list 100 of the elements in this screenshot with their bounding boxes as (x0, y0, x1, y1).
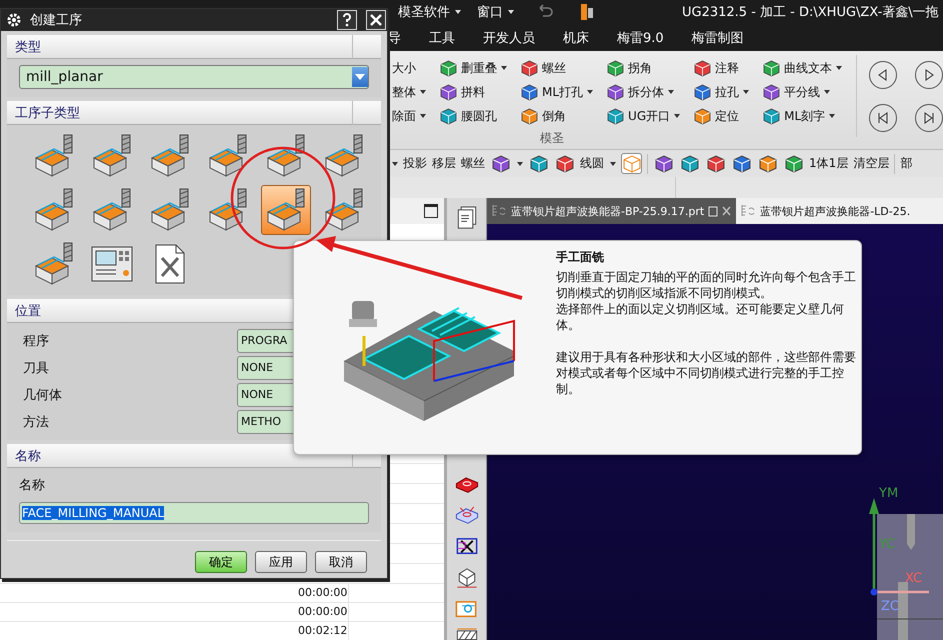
toolbar-command[interactable]: 移层 (432, 155, 456, 172)
type-dropdown[interactable]: mill_planar (19, 65, 369, 89)
toolbar-command[interactable]: 线圆 (580, 155, 604, 172)
menu-item[interactable]: 模圣软件 (398, 3, 450, 21)
ribbon-command[interactable]: 拉孔 (715, 84, 740, 100)
caret-icon (355, 74, 365, 80)
part-outline-icon[interactable] (454, 504, 480, 525)
caret-icon[interactable] (836, 66, 842, 70)
cube-icon[interactable] (607, 108, 624, 124)
ribbon-command[interactable]: 倒角 (542, 108, 566, 124)
cube-icon[interactable] (694, 108, 712, 124)
ribbon-command[interactable]: 曲线文本 (784, 60, 832, 76)
camera-frame-icon[interactable] (454, 599, 480, 618)
pin-close-icon[interactable] (708, 205, 732, 217)
ribbon-command[interactable]: 定位 (715, 108, 740, 124)
ribbon-command[interactable]: 腰圆孔 (461, 108, 497, 124)
caret-icon[interactable] (668, 90, 674, 94)
location-dropdown[interactable]: NONE (237, 356, 295, 380)
document-sync-icon (740, 204, 756, 218)
ribbon-command[interactable]: 拐角 (628, 60, 652, 76)
dialog-button[interactable]: 取消 (315, 551, 367, 573)
caret-icon[interactable] (743, 90, 750, 94)
caret-icon[interactable] (824, 90, 830, 94)
origin-dot (870, 588, 878, 596)
time-cell: 00:00:00 (298, 584, 349, 602)
ribbon-command[interactable]: ML刻字 (784, 108, 826, 124)
location-dropdown[interactable]: NONE (237, 383, 295, 407)
first-button[interactable] (869, 104, 898, 132)
ribbon-command[interactable]: 大小 (392, 60, 416, 76)
settings-icon[interactable] (6, 12, 22, 28)
toolbar-command[interactable]: 1体1层 (809, 155, 848, 172)
help-button[interactable] (337, 10, 357, 30)
cube-icon[interactable] (521, 60, 538, 76)
location-dropdown[interactable]: PROGRA (237, 329, 295, 353)
ribbon-tab[interactable]: 机床 (563, 28, 603, 46)
hatched-box-icon[interactable] (454, 628, 478, 640)
caret-icon[interactable] (587, 90, 594, 94)
previous-button[interactable] (869, 61, 898, 89)
caret-icon[interactable] (829, 114, 836, 118)
menu-item[interactable]: 窗口 (477, 3, 503, 21)
cube-icon[interactable] (763, 60, 780, 76)
document-stack-icon[interactable] (456, 206, 478, 230)
cube-button[interactable] (653, 153, 674, 174)
document-tab[interactable]: 蓝带钡片超声波换能器-BP-25.9.17.prt (487, 198, 736, 224)
next-button[interactable] (915, 61, 943, 89)
close-button[interactable] (366, 10, 386, 30)
ribbon-command[interactable]: 螺丝 (542, 60, 566, 76)
part-icon[interactable] (454, 476, 480, 494)
last-button[interactable] (915, 104, 943, 132)
cube-icon[interactable] (607, 60, 624, 76)
ribbon-command[interactable]: 拼料 (461, 84, 485, 100)
toolbar-command[interactable]: 螺丝 (461, 155, 485, 172)
toolbar-command[interactable]: 投影 (403, 155, 427, 172)
ribbon-command[interactable]: 平分线 (784, 84, 820, 100)
cube-button[interactable] (554, 153, 575, 174)
cube-icon[interactable] (521, 108, 538, 124)
caret-icon[interactable] (420, 114, 426, 118)
ribbon-tab[interactable]: 梅雷制图 (692, 28, 758, 46)
cube-icon[interactable] (694, 84, 712, 100)
ribbon-command[interactable]: 除面 (392, 108, 416, 124)
ribbon-command[interactable]: 删重叠 (461, 60, 497, 76)
cube-button[interactable] (528, 153, 549, 174)
wireframe-block-icon[interactable] (454, 566, 478, 590)
name-input[interactable]: FACE_MILLING_MANUAL (19, 502, 369, 524)
ribbon-tab[interactable]: 开发人员 (483, 28, 549, 46)
caret-icon[interactable] (674, 114, 680, 118)
ribbon-tab[interactable]: 梅雷9.0 (617, 28, 678, 46)
cube-icon[interactable] (440, 60, 457, 76)
cube-icon[interactable] (694, 60, 712, 76)
location-dropdown[interactable]: METHO (237, 410, 295, 434)
cube-button[interactable] (757, 153, 778, 174)
subtype-button[interactable] (261, 185, 311, 235)
dialog-button[interactable]: 应用 (255, 551, 307, 573)
caret-icon[interactable] (501, 66, 507, 70)
caret-icon[interactable] (517, 162, 523, 166)
dialog-button[interactable]: 确定 (195, 551, 247, 573)
cube-icon[interactable] (763, 84, 780, 100)
ribbon-command[interactable]: 整体 (392, 84, 416, 100)
caret-icon[interactable] (610, 162, 616, 166)
cube-icon[interactable] (607, 84, 624, 100)
ribbon-tab[interactable]: 工具 (429, 28, 469, 46)
cube-button[interactable] (490, 153, 511, 174)
cube-button[interactable] (783, 153, 804, 174)
ribbon-command[interactable]: UG开口 (628, 108, 670, 124)
cube-icon[interactable] (440, 84, 457, 100)
skip-forward-icon (923, 112, 936, 124)
ribbon-tab[interactable]: 导 (388, 28, 415, 46)
cube-icon[interactable] (440, 108, 457, 124)
maximize-icon[interactable] (424, 204, 438, 218)
ribbon-command[interactable]: 拆分体 (628, 84, 664, 100)
cube-button[interactable] (731, 153, 752, 174)
cube-button[interactable] (679, 153, 700, 174)
cube-icon[interactable] (521, 84, 538, 100)
toolbar-command[interactable]: 部 (900, 155, 912, 172)
caret-icon[interactable] (420, 90, 426, 94)
toolbar-command[interactable]: 清空层 (853, 155, 890, 172)
ribbon-command[interactable]: 注释 (715, 60, 740, 76)
ribbon-command[interactable]: ML打孔 (542, 84, 584, 100)
cube-icon[interactable] (763, 108, 780, 124)
cube-button[interactable] (705, 153, 726, 174)
